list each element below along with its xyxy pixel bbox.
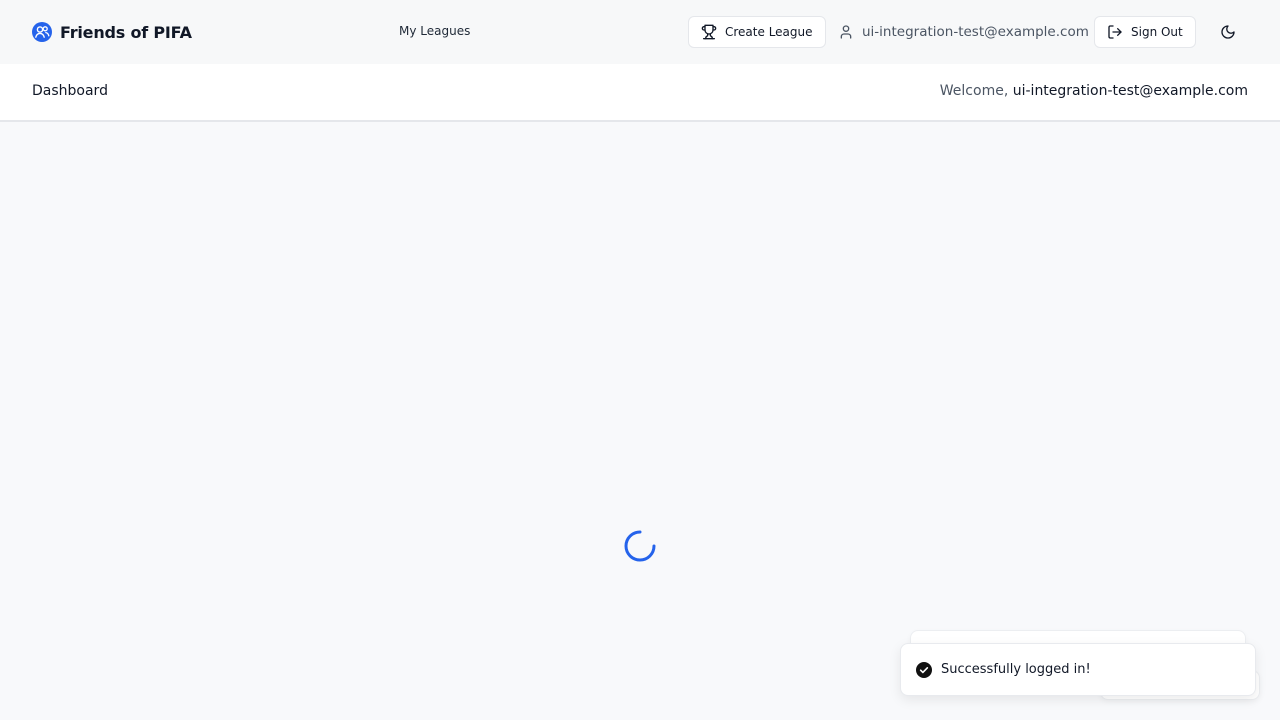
loading-spinner-icon bbox=[624, 530, 656, 562]
welcome-email: ui-integration-test@example.com bbox=[1012, 83, 1248, 99]
welcome-message: Welcome, ui-integration-test@example.com bbox=[940, 83, 1248, 99]
log-out-icon bbox=[1107, 24, 1123, 40]
create-league-label: Create League bbox=[725, 25, 813, 39]
brand[interactable]: Friends of PIFA bbox=[32, 21, 192, 43]
page-header: Dashboard Welcome, ui-integration-test@e… bbox=[0, 64, 1280, 122]
users-circle-icon bbox=[32, 22, 52, 42]
theme-toggle-button[interactable] bbox=[1214, 18, 1242, 46]
user-info: ui-integration-test@example.com bbox=[838, 22, 1089, 42]
sign-out-button[interactable]: Sign Out bbox=[1094, 16, 1196, 48]
toast-notification[interactable]: Successfully logged in! bbox=[900, 643, 1256, 696]
nav-my-leagues[interactable]: My Leagues bbox=[399, 24, 470, 38]
create-league-button[interactable]: Create League bbox=[688, 16, 826, 48]
trophy-icon bbox=[701, 24, 717, 40]
welcome-prefix: Welcome, bbox=[939, 83, 1013, 99]
page-title: Dashboard bbox=[32, 83, 108, 99]
user-icon bbox=[838, 24, 854, 40]
check-circle-icon bbox=[916, 661, 932, 678]
sign-out-label: Sign Out bbox=[1131, 25, 1183, 39]
toast-message: Successfully logged in! bbox=[941, 662, 1091, 677]
top-navbar: Friends of PIFA My Leagues Create League… bbox=[0, 0, 1280, 64]
app-title: Friends of PIFA bbox=[60, 22, 192, 42]
moon-icon bbox=[1220, 24, 1236, 40]
user-email: ui-integration-test@example.com bbox=[862, 24, 1089, 40]
